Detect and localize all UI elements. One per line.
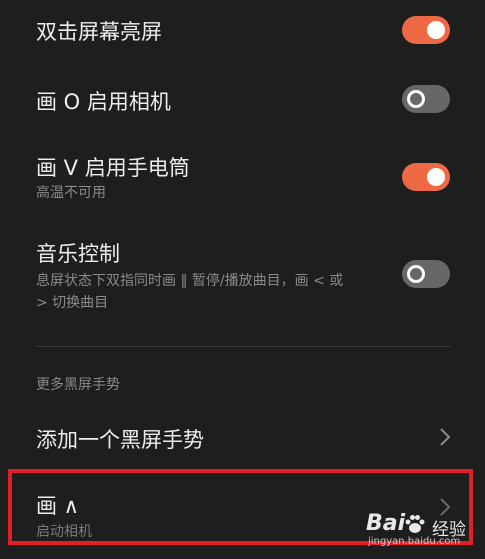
add-gesture-title: 添加一个黑屏手势 <box>36 428 204 452</box>
toggle-knob <box>427 21 445 39</box>
draw-v-flashlight-toggle[interactable] <box>402 163 450 191</box>
setting-music-control[interactable]: 音乐控制 息屏状态下双指同时画 ‖ 暂停/播放曲目，画 < 或 > 切换曲目 <box>0 226 485 326</box>
section-divider <box>36 346 451 347</box>
section-header: 更多黑屏手势 <box>36 377 120 393</box>
paw-logo-icon <box>405 515 425 533</box>
setting-title: 双击屏幕亮屏 <box>36 20 162 44</box>
setting-draw-v-flashlight[interactable]: 画 V 启用手电筒 高温不可用 <box>0 140 485 210</box>
watermark-url: jingyan.baidu.com <box>368 536 461 547</box>
setting-subtitle-line1: 息屏状态下双指同时画 ‖ 暂停/播放曲目，画 < 或 <box>36 273 344 289</box>
watermark-brand: Bai <box>366 511 406 536</box>
setting-title: 音乐控制 <box>36 242 120 266</box>
toggle-knob <box>407 265 425 283</box>
toggle-knob <box>407 90 425 108</box>
setting-double-tap-wake[interactable]: 双击屏幕亮屏 <box>0 0 485 62</box>
setting-draw-o-camera[interactable]: 画 O 启用相机 <box>0 72 485 128</box>
toggle-knob <box>427 168 445 186</box>
setting-subtitle: 高温不可用 <box>36 185 106 201</box>
music-control-toggle[interactable] <box>402 260 450 288</box>
chevron-right-icon <box>440 428 451 446</box>
baidu-watermark: Bai 经验 jingyan.baidu.com <box>366 503 474 553</box>
draw-o-camera-toggle[interactable] <box>402 85 450 113</box>
setting-title: 画 O 启用相机 <box>36 90 171 114</box>
setting-title: 画 V 启用手电筒 <box>36 156 190 180</box>
add-gesture-item[interactable]: 添加一个黑屏手势 <box>0 406 485 468</box>
setting-subtitle-line2: > 切换曲目 <box>36 295 109 311</box>
double-tap-toggle[interactable] <box>402 16 450 44</box>
